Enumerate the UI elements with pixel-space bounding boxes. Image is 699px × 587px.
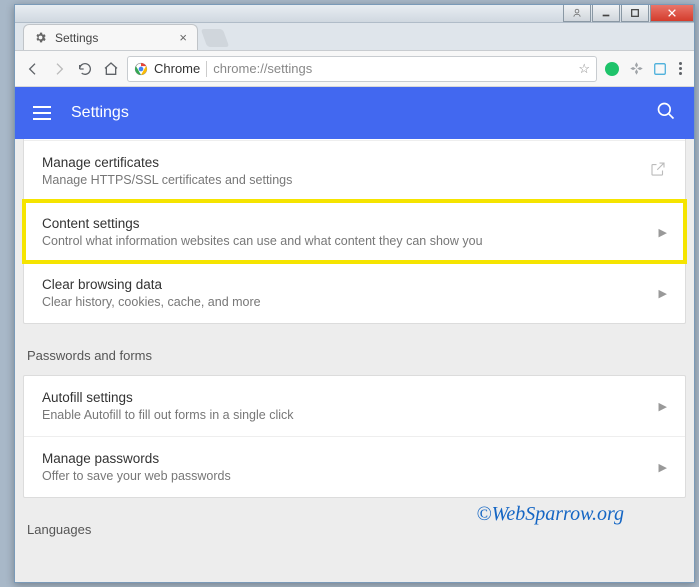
search-icon[interactable]	[656, 101, 676, 126]
forward-button	[49, 59, 69, 79]
chevron-right-icon: ▶	[659, 226, 667, 239]
menu-icon[interactable]	[33, 106, 51, 120]
row-text: Manage passwords Offer to save your web …	[42, 451, 647, 483]
back-button[interactable]	[23, 59, 43, 79]
content-scroll[interactable]: Manage certificates Manage HTTPS/SSL cer…	[15, 139, 694, 582]
chevron-right-icon: ▶	[659, 400, 667, 413]
window-titlebar	[15, 5, 694, 23]
omnibox-url: chrome://settings	[213, 61, 312, 76]
row-title: Manage passwords	[42, 451, 647, 466]
row-subtitle: Clear history, cookies, cache, and more	[42, 295, 647, 309]
chevron-right-icon: ▶	[659, 461, 667, 474]
row-subtitle: Offer to save your web passwords	[42, 469, 647, 483]
tab-strip: Settings ×	[15, 23, 694, 51]
gear-icon	[34, 31, 47, 44]
row-text: Clear browsing data Clear history, cooki…	[42, 277, 647, 309]
page-title: Settings	[71, 104, 129, 122]
row-title: Content settings	[42, 216, 647, 231]
row-title: Clear browsing data	[42, 277, 647, 292]
row-title: Autofill settings	[42, 390, 647, 405]
tab-settings[interactable]: Settings ×	[23, 24, 198, 50]
row-autofill-settings[interactable]: Autofill settings Enable Autofill to fil…	[24, 376, 685, 436]
section-languages-heading: Languages	[23, 498, 686, 549]
browser-toolbar: Chrome chrome://settings ☆	[15, 51, 694, 87]
open-external-icon	[649, 160, 667, 183]
row-subtitle: Control what information websites can us…	[42, 234, 647, 248]
row-clear-browsing-data[interactable]: Clear browsing data Clear history, cooki…	[24, 262, 685, 323]
address-bar[interactable]: Chrome chrome://settings ☆	[127, 56, 597, 82]
section-passwords-heading: Passwords and forms	[23, 324, 686, 375]
extension-green-icon[interactable]	[603, 60, 621, 78]
new-tab-button[interactable]	[201, 29, 230, 47]
minimize-button[interactable]	[592, 5, 620, 22]
row-text: Autofill settings Enable Autofill to fil…	[42, 390, 647, 422]
omnibox-separator	[206, 61, 207, 77]
row-text: Manage certificates Manage HTTPS/SSL cer…	[42, 155, 637, 187]
reload-button[interactable]	[75, 59, 95, 79]
chrome-icon	[134, 62, 148, 76]
user-icon-button[interactable]	[563, 5, 591, 22]
extension-gray-icon[interactable]	[627, 60, 645, 78]
bookmark-star-icon[interactable]: ☆	[578, 61, 590, 77]
chevron-right-icon: ▶	[659, 287, 667, 300]
tab-label: Settings	[55, 31, 98, 45]
close-button[interactable]	[650, 5, 694, 22]
row-subtitle: Manage HTTPS/SSL certificates and settin…	[42, 173, 637, 187]
privacy-card: Manage certificates Manage HTTPS/SSL cer…	[23, 139, 686, 324]
settings-header: Settings	[15, 87, 694, 139]
extension-blue-icon[interactable]	[651, 60, 669, 78]
row-manage-passwords[interactable]: Manage passwords Offer to save your web …	[24, 436, 685, 497]
maximize-button[interactable]	[621, 5, 649, 22]
row-subtitle: Enable Autofill to fill out forms in a s…	[42, 408, 647, 422]
content-area: Manage certificates Manage HTTPS/SSL cer…	[15, 139, 694, 582]
row-content-settings[interactable]: Content settings Control what informatio…	[24, 201, 685, 262]
home-button[interactable]	[101, 59, 121, 79]
row-title: Manage certificates	[42, 155, 637, 170]
row-manage-certificates[interactable]: Manage certificates Manage HTTPS/SSL cer…	[24, 140, 685, 201]
tab-close-icon[interactable]: ×	[179, 30, 187, 45]
browser-window: Settings × Chrome chrome://settings ☆	[14, 4, 695, 583]
passwords-card: Autofill settings Enable Autofill to fil…	[23, 375, 686, 498]
omnibox-origin: Chrome	[154, 61, 200, 76]
browser-menu-button[interactable]	[675, 62, 686, 75]
row-text: Content settings Control what informatio…	[42, 216, 647, 248]
